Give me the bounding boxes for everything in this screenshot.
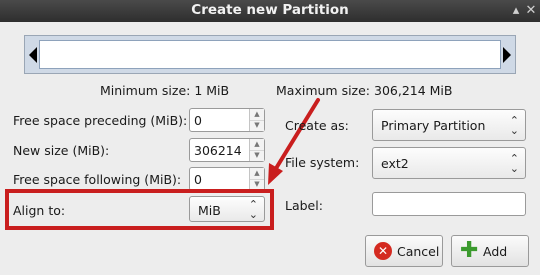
file-system-label: File system:: [285, 155, 360, 170]
create-as-label: Create as:: [285, 118, 349, 133]
create-as-combo[interactable]: Primary Partition ⌃ ⌄: [372, 109, 526, 141]
label-input[interactable]: [372, 192, 526, 216]
label-field-label: Label:: [285, 198, 323, 213]
cancel-button[interactable]: ✕ Cancel: [365, 235, 443, 267]
add-icon: ✚: [460, 238, 479, 263]
cancel-button-label: Cancel: [397, 244, 440, 259]
add-button[interactable]: ✚ Add: [451, 235, 529, 267]
file-system-value[interactable]: ext2: [381, 156, 409, 171]
create-as-value[interactable]: Primary Partition: [381, 118, 485, 133]
combo-arrows-icon: ⌃ ⌄: [509, 114, 519, 137]
cancel-icon: ✕: [374, 242, 392, 260]
combo-arrows-icon: ⌃ ⌄: [509, 152, 519, 175]
add-button-label: Add: [483, 244, 508, 259]
file-system-combo[interactable]: ext2 ⌃ ⌄: [372, 147, 526, 179]
